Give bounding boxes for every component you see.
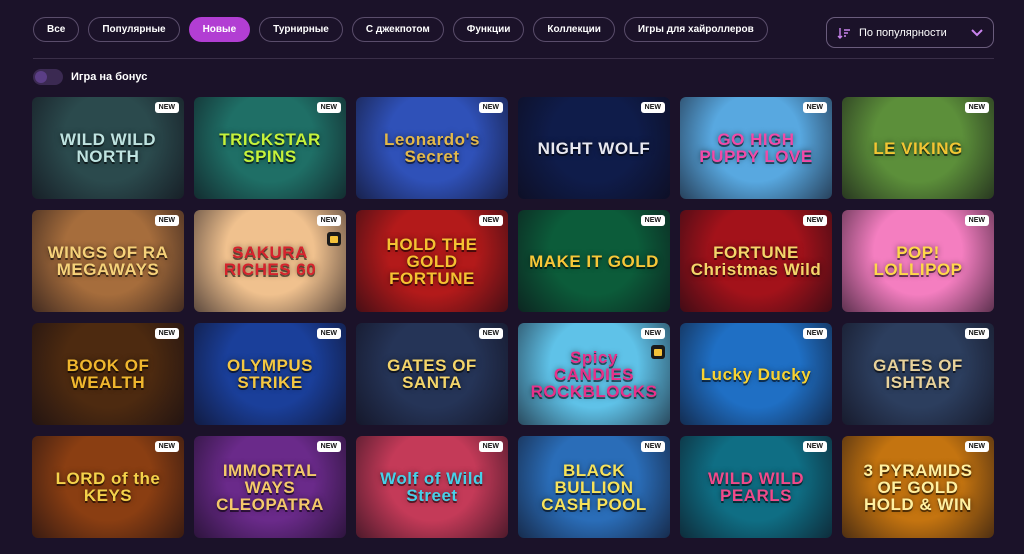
game-tile[interactable]: WILD WILD NORTH NEW	[32, 97, 184, 199]
new-badge: NEW	[964, 441, 989, 452]
gift-icon	[651, 345, 665, 359]
game-tile[interactable]: WINGS OF RA MEGAWAYS NEW	[32, 210, 184, 312]
game-title: POP! LOLLIPOP	[873, 243, 963, 279]
game-tile[interactable]: IMMORTAL WAYS CLEOPATRA NEW	[194, 436, 346, 538]
new-badge: NEW	[316, 215, 341, 226]
filter-chip[interactable]: Функции	[452, 17, 525, 42]
new-badge: NEW	[478, 441, 503, 452]
game-title: HOLD THE GOLD FORTUNE	[386, 234, 478, 288]
game-title: IMMORTAL WAYS CLEOPATRA	[216, 460, 324, 514]
game-title: TRICKSTAR SPINS	[219, 130, 321, 166]
games-grid: WILD WILD NORTH NEW TRICKSTAR SPINS NEW Leon…	[32, 97, 994, 538]
game-tile[interactable]: Wolf of Wild Street NEW	[356, 436, 508, 538]
game-tile[interactable]: LE VIKING NEW	[842, 97, 994, 199]
game-tile[interactable]: FORTUNE Christmas Wild NEW	[680, 210, 832, 312]
filter-chip[interactable]: Игры для хайроллеров	[623, 17, 768, 42]
new-badge: NEW	[640, 102, 665, 113]
game-title: GATES OF ISHTAR	[873, 356, 963, 392]
filter-chip[interactable]: Коллекции	[533, 17, 615, 42]
game-tile[interactable]: BOOK OF WEALTH NEW	[32, 323, 184, 425]
game-tile[interactable]: Spicy CANDIES ROCKBLOCKS NEW	[518, 323, 670, 425]
game-title: BOOK OF WEALTH	[66, 356, 150, 392]
new-badge: NEW	[478, 102, 503, 113]
game-title: Wolf of Wild Street	[380, 469, 484, 505]
game-tile[interactable]: LORD of the KEYS NEW	[32, 436, 184, 538]
game-tile[interactable]: WILD WILD PEARLS NEW	[680, 436, 832, 538]
game-title: LORD of the KEYS	[55, 469, 161, 505]
bonus-toggle[interactable]	[33, 69, 63, 85]
game-title: WILD WILD PEARLS	[707, 469, 805, 505]
new-badge: NEW	[154, 441, 179, 452]
game-title: Leonardo's Secret	[384, 130, 480, 166]
new-badge: NEW	[802, 215, 827, 226]
filter-chip[interactable]: Популярные	[88, 17, 180, 42]
new-badge: NEW	[802, 328, 827, 339]
new-badge: NEW	[154, 215, 179, 226]
new-badge: NEW	[154, 102, 179, 113]
new-badge: NEW	[478, 328, 503, 339]
new-badge: NEW	[964, 102, 989, 113]
game-title: BLACK BULLION CASH POOL	[541, 460, 647, 514]
divider	[33, 58, 994, 59]
game-title: Spicy CANDIES ROCKBLOCKS	[530, 347, 658, 401]
filter-chip[interactable]: Все	[33, 17, 80, 42]
game-tile[interactable]: BLACK BULLION CASH POOL NEW	[518, 436, 670, 538]
game-title: MAKE IT GOLD	[529, 251, 659, 271]
game-tile[interactable]: TRICKSTAR SPINS NEW	[194, 97, 346, 199]
category-filters: Все Популярные Новые Турнирные С джекпотом Фу…	[33, 17, 768, 42]
new-badge: NEW	[802, 441, 827, 452]
game-tile[interactable]: GATES OF ISHTAR NEW	[842, 323, 994, 425]
new-badge: NEW	[316, 102, 341, 113]
game-title: WILD WILD NORTH	[59, 130, 157, 166]
game-title: SAKURA RICHES 60	[223, 243, 317, 279]
new-badge: NEW	[802, 102, 827, 113]
game-title: GATES OF SANTA	[387, 356, 477, 392]
game-tile[interactable]: POP! LOLLIPOP NEW	[842, 210, 994, 312]
sort-label: По популярности	[859, 26, 947, 39]
game-title: 3 PYRAMIDS OF GOLD HOLD & WIN	[863, 460, 973, 514]
filter-chip[interactable]: Турнирные	[259, 17, 343, 42]
game-title: GO HIGH PUPPY LOVE	[699, 130, 813, 166]
game-tile[interactable]: SAKURA RICHES 60 NEW	[194, 210, 346, 312]
new-badge: NEW	[316, 441, 341, 452]
game-tile[interactable]: MAKE IT GOLD NEW	[518, 210, 670, 312]
game-tile[interactable]: Lucky Ducky NEW	[680, 323, 832, 425]
bonus-toggle-row: Игра на бонус	[33, 69, 147, 85]
new-badge: NEW	[154, 328, 179, 339]
game-tile[interactable]: NIGHT WOLF NEW	[518, 97, 670, 199]
game-tile[interactable]: Leonardo's Secret NEW	[356, 97, 508, 199]
filter-chip[interactable]: Новые	[188, 17, 251, 42]
gift-icon	[327, 232, 341, 246]
new-badge: NEW	[964, 328, 989, 339]
game-title: OLYMPUS STRIKE	[226, 356, 313, 392]
new-badge: NEW	[640, 328, 665, 339]
game-tile[interactable]: GATES OF SANTA NEW	[356, 323, 508, 425]
game-tile[interactable]: OLYMPUS STRIKE NEW	[194, 323, 346, 425]
new-badge: NEW	[640, 215, 665, 226]
sort-desc-icon	[837, 27, 850, 39]
chevron-down-icon	[971, 28, 983, 36]
game-title: WINGS OF RA MEGAWAYS	[47, 243, 169, 279]
game-tile[interactable]: GO HIGH PUPPY LOVE NEW	[680, 97, 832, 199]
game-title: FORTUNE Christmas Wild	[690, 243, 822, 279]
game-tile[interactable]: 3 PYRAMIDS OF GOLD HOLD & WIN NEW	[842, 436, 994, 538]
new-badge: NEW	[964, 215, 989, 226]
new-badge: NEW	[640, 441, 665, 452]
game-tile[interactable]: HOLD THE GOLD FORTUNE NEW	[356, 210, 508, 312]
bonus-toggle-label: Игра на бонус	[71, 71, 148, 83]
new-badge: NEW	[478, 215, 503, 226]
sort-dropdown[interactable]: По популярности	[826, 17, 994, 48]
new-badge: NEW	[316, 328, 341, 339]
game-title: LE VIKING	[873, 138, 963, 158]
game-title: NIGHT WOLF	[537, 138, 651, 158]
game-title: Lucky Ducky	[700, 364, 812, 384]
filter-chip[interactable]: С джекпотом	[351, 17, 444, 42]
